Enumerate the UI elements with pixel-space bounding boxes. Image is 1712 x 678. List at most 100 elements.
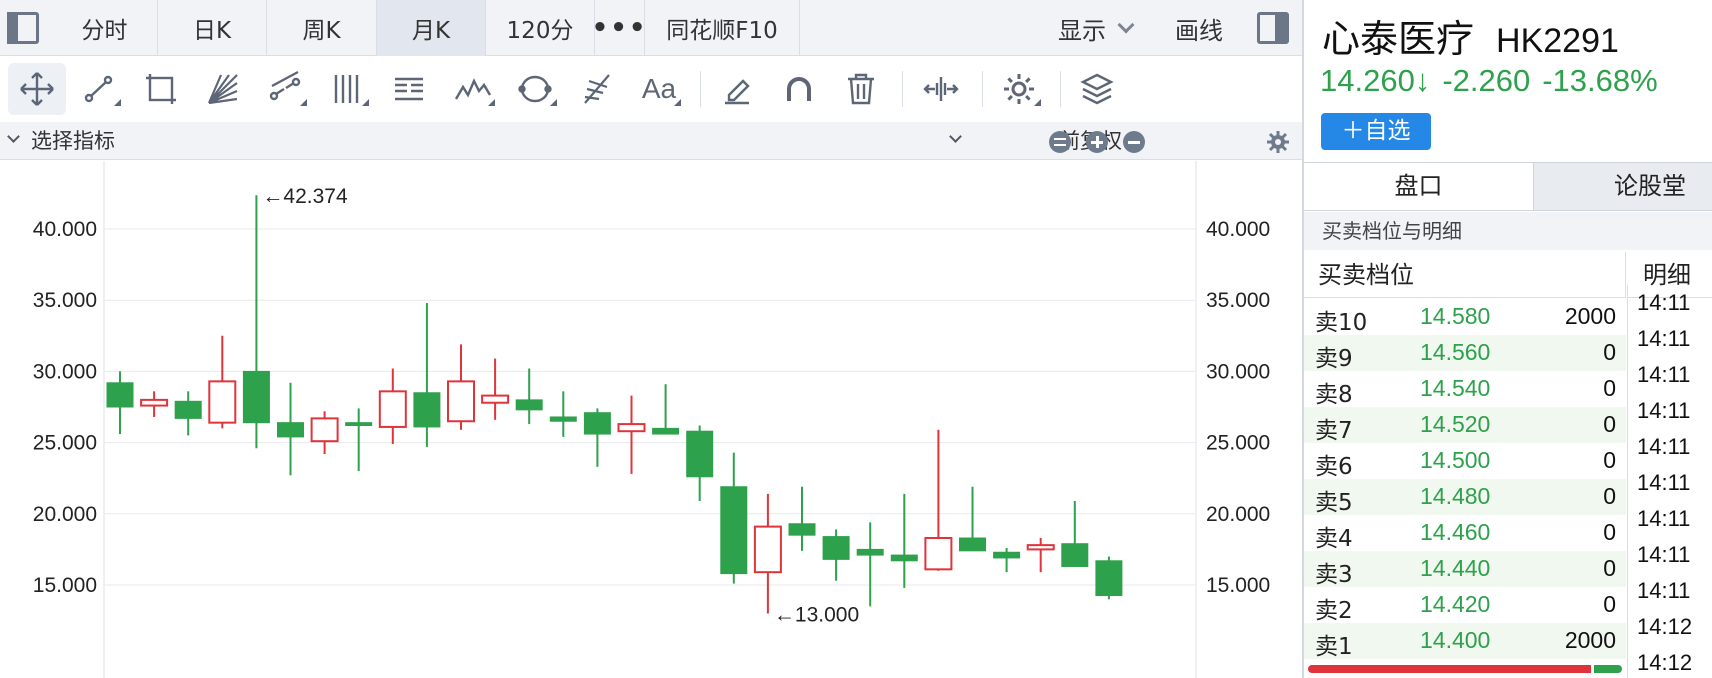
quote-panel: 心泰医疗 HK2291 14.260↓ -2.260 -13.68% ＋自选 盘口 论… xyxy=(1302,0,1712,678)
order-level-label: 卖8 xyxy=(1315,382,1353,408)
line-segment-icon[interactable] xyxy=(70,63,128,115)
left-sidebar-toggle-icon[interactable] xyxy=(4,9,42,47)
order-book-row: 卖1 14.400 2000 xyxy=(1304,623,1626,660)
candle-body xyxy=(890,554,918,562)
order-price: 14.460 xyxy=(1420,519,1491,545)
tab-order-book[interactable]: 盘口 xyxy=(1304,163,1534,210)
order-book-row: 卖8 14.540 0 xyxy=(1304,371,1626,408)
order-price: 14.420 xyxy=(1420,591,1491,617)
tab-120min[interactable]: 120分 xyxy=(486,0,595,56)
order-price: 14.480 xyxy=(1420,483,1491,509)
trade-detail-time: 14:11 xyxy=(1637,290,1691,315)
trade-detail-time: 14:11 xyxy=(1637,434,1691,459)
gear-icon[interactable] xyxy=(1266,130,1290,154)
y-tick-left: 15.000 xyxy=(33,574,97,597)
max-price-label: ←42.374 xyxy=(262,185,348,208)
order-book-row: 卖4 14.460 0 xyxy=(1304,515,1626,552)
zoom-in-icon[interactable] xyxy=(1086,131,1108,153)
parallel-channel-icon[interactable] xyxy=(256,63,314,115)
candle-body xyxy=(788,523,816,536)
candle-body xyxy=(447,380,475,423)
tab-forum[interactable]: 论股堂 xyxy=(1534,163,1712,210)
zoom-out-icon[interactable] xyxy=(1123,131,1145,153)
more-periods-button[interactable]: ••• xyxy=(592,0,645,56)
draw-lines-button[interactable]: 画线 xyxy=(1175,0,1223,56)
candle-body xyxy=(856,548,884,556)
order-level-label: 卖4 xyxy=(1315,526,1353,552)
trade-detail-list: 14:11 14:11 14:11 14:11 14:11 14:11 14:11 14:11… xyxy=(1627,285,1712,678)
fan-icon[interactable] xyxy=(194,63,252,115)
candle-body xyxy=(993,551,1021,559)
order-price: 14.520 xyxy=(1420,411,1491,437)
trade-detail-time: 14:11 xyxy=(1637,398,1691,423)
tab-weekly-k[interactable]: 周K xyxy=(267,0,377,56)
trade-detail-time: 14:12 xyxy=(1637,614,1693,639)
y-tick-left: 40.000 xyxy=(33,218,97,241)
eraser-icon[interactable] xyxy=(708,63,766,115)
candle-body xyxy=(174,400,202,419)
y-tick-right: 30.000 xyxy=(1206,360,1270,383)
magnet-icon[interactable] xyxy=(770,63,828,115)
text-icon[interactable]: Aa xyxy=(630,63,688,115)
wave-icon[interactable] xyxy=(444,63,502,115)
order-level-label: 卖7 xyxy=(1315,418,1353,444)
chart-panel: 分时 日K 周K 月K 120分 ••• 同花顺F10 显示 画线 Aa 选择指… xyxy=(0,0,1302,678)
rectangle-icon[interactable] xyxy=(132,63,190,115)
candle-body xyxy=(1026,544,1055,551)
order-volume: 0 xyxy=(1603,483,1616,509)
order-price: 14.440 xyxy=(1420,555,1491,581)
stock-name: 心泰医疗 xyxy=(1322,17,1475,61)
order-book: 卖10 14.580 2000 卖9 14.560 0 卖8 14.540 0 卖7 14.520 0… xyxy=(1304,299,1626,660)
text-box-icon[interactable] xyxy=(380,63,438,115)
tab-f10[interactable]: 同花顺F10 xyxy=(645,0,800,56)
trash-icon[interactable] xyxy=(832,63,890,115)
candle-body xyxy=(378,390,407,428)
candlestick-chart[interactable]: 40.000 40.000 35.000 35.000 30.000 30.000 25.0… xyxy=(0,161,1302,678)
order-level-label: 卖10 xyxy=(1315,310,1368,336)
tab-daily-k[interactable]: 日K xyxy=(158,0,267,56)
tab-monthly-k[interactable]: 月K xyxy=(377,0,486,56)
trade-detail-time: 14:11 xyxy=(1637,506,1691,531)
trade-detail-time: 14:12 xyxy=(1637,650,1693,675)
y-tick-left: 30.000 xyxy=(33,360,97,383)
order-price: 14.500 xyxy=(1420,447,1491,473)
cycle-icon[interactable] xyxy=(506,63,564,115)
right-sidebar-toggle-icon[interactable] xyxy=(1254,9,1292,47)
drawing-toolbar: Aa xyxy=(0,57,1302,121)
trade-detail-time: 14:11 xyxy=(1637,362,1691,387)
candle-body xyxy=(1095,560,1123,597)
y-tick-left: 35.000 xyxy=(33,289,97,312)
candle-body xyxy=(242,370,270,424)
order-volume: 0 xyxy=(1603,339,1616,365)
candle-body xyxy=(140,398,169,407)
fibonacci-icon[interactable] xyxy=(568,63,626,115)
order-price: 14.540 xyxy=(1420,375,1491,401)
display-dropdown[interactable]: 显示 xyxy=(1058,0,1135,56)
order-level-label: 卖6 xyxy=(1315,454,1353,480)
vertical-lines-icon[interactable] xyxy=(318,63,376,115)
candle-body xyxy=(959,537,986,552)
add-to-watchlist-button[interactable]: ＋自选 xyxy=(1321,113,1431,150)
order-price: 14.400 xyxy=(1420,627,1491,653)
candle-body xyxy=(686,430,714,478)
trade-detail-time: 14:11 xyxy=(1637,470,1691,495)
settings-icon[interactable] xyxy=(990,63,1048,115)
period-tab-bar: 分时 日K 周K 月K 120分 ••• 同花顺F10 显示 画线 xyxy=(0,0,1302,56)
order-price: 14.560 xyxy=(1420,339,1491,365)
candle-body xyxy=(822,536,850,560)
y-tick-left: 25.000 xyxy=(33,432,97,455)
tab-intraday[interactable]: 分时 xyxy=(52,0,158,56)
candle-body xyxy=(345,422,373,427)
fit-width-icon[interactable] xyxy=(912,63,970,115)
display-label: 显示 xyxy=(1058,16,1106,45)
order-volume: 0 xyxy=(1603,375,1616,401)
layers-icon[interactable] xyxy=(1068,63,1126,115)
price-line: 14.260↓ -2.260 -13.68% xyxy=(1320,63,1670,99)
select-indicator-dropdown[interactable]: 选择指标 xyxy=(31,122,115,160)
candle-body xyxy=(924,537,953,571)
equal-icon[interactable] xyxy=(1049,131,1071,153)
candle-body xyxy=(583,412,611,435)
move-icon[interactable] xyxy=(8,63,66,115)
chevron-down-icon xyxy=(1117,16,1135,34)
buy-sell-ratio-bar xyxy=(1308,665,1622,673)
